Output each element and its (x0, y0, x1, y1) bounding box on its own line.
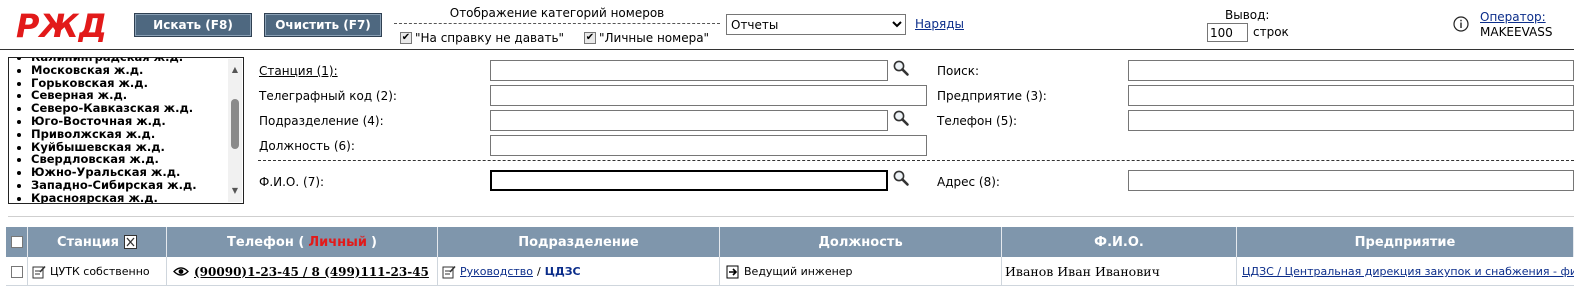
row-division-code[interactable]: ЦДЗС (545, 265, 581, 278)
station-column-header[interactable]: Станция (28, 227, 167, 257)
row-station-text: ЦУТК собственно (50, 265, 150, 278)
row-station-cell: ЦУТК собственно (28, 257, 167, 286)
operator-link[interactable]: Оператор: (1480, 10, 1546, 24)
reports-select[interactable]: Отчеты (726, 14, 906, 35)
phone-header-prefix: Телефон ( (227, 234, 305, 250)
railway-list[interactable]: Калининградская ж.д.Московская ж.д.Горьк… (8, 57, 244, 204)
station-search-icon[interactable] (892, 59, 910, 77)
row-enterprise-link[interactable]: ЦДЗС / Центральная дирекция закупок и сн… (1242, 265, 1574, 278)
phone-header-suffix: ) (371, 234, 377, 250)
operator-name: MAKEEVASS (1480, 25, 1553, 39)
address-label: Адрес (8): (937, 175, 1000, 189)
rows-unit-label: строк (1253, 25, 1289, 39)
row-position-text: Ведущий инженер (744, 265, 853, 278)
enterprise-input[interactable] (1128, 85, 1574, 106)
svg-text:РЖД: РЖД (16, 7, 106, 44)
no-reference-option[interactable]: ✔ "На справку не давать" (400, 31, 564, 45)
personal-numbers-option[interactable]: ✔ "Личные номера" (584, 31, 709, 45)
search-input[interactable] (1128, 60, 1574, 81)
railway-item[interactable]: Красноярская ж.д. (31, 191, 197, 203)
phone-label: Телефон (5): (937, 114, 1018, 128)
rzd-logo: РЖД (16, 7, 106, 44)
position-column-header[interactable]: Должность (720, 227, 1002, 257)
row-phone-number[interactable]: (90090)1-23-45 / 8 (499)111-23-45 (194, 265, 429, 279)
telegraph-input[interactable] (490, 85, 927, 106)
railway-items: Калининградская ж.д.Московская ж.д.Горьк… (9, 58, 197, 203)
railway-item[interactable]: Приволжская ж.д. (31, 127, 197, 141)
search-button[interactable]: Искать (F8) (134, 13, 252, 37)
scroll-thumb[interactable] (231, 99, 239, 149)
railway-item[interactable]: Западно-Сибирская ж.д. (31, 179, 197, 192)
number-categories: Отображение категорий номеров ✔ "На спра… (394, 4, 720, 45)
scroll-up-icon[interactable]: ▲ (228, 65, 242, 75)
division-edit-icon[interactable] (442, 265, 456, 279)
station-header-label: Станция (57, 234, 119, 250)
form-dashed-divider (258, 160, 1574, 161)
view-eye-icon[interactable] (173, 266, 189, 277)
row-checkbox[interactable] (10, 265, 23, 278)
position-header-label: Должность (818, 234, 903, 250)
station-input[interactable] (490, 60, 888, 81)
clear-button[interactable]: Очистить (F7) (264, 13, 382, 37)
fio-input[interactable] (490, 170, 888, 191)
row-fio-cell: Иванов Иван Иванович (1002, 257, 1237, 286)
fio-header-label: Ф.И.О. (1094, 234, 1144, 250)
orders-link[interactable]: Наряды (915, 17, 964, 31)
edit-icon[interactable] (32, 265, 46, 279)
address-input[interactable] (1128, 170, 1574, 191)
row-division-separator: / (537, 265, 541, 278)
position-input[interactable] (490, 135, 927, 156)
enterprise-header-label: Предприятие (1354, 234, 1456, 250)
categories-divider (394, 23, 720, 24)
no-reference-checkbox[interactable]: ✔ (400, 32, 412, 44)
fio-search-icon[interactable] (892, 169, 910, 187)
phone-header-personal: Личный (308, 234, 368, 250)
no-reference-label: "На справку не давать" (415, 31, 565, 45)
telegraph-label: Телеграфный код (2): (259, 89, 397, 103)
position-label: Должность (6): (259, 139, 355, 153)
railway-item[interactable]: Юго-Восточная ж.д. (31, 115, 197, 128)
division-label: Подразделение (4): (259, 114, 384, 128)
personal-numbers-label: "Личные номера" (599, 31, 710, 45)
header-divider (0, 49, 1574, 50)
station-label[interactable]: Станция (1): (259, 64, 338, 78)
row-division-link[interactable]: Руководство (460, 265, 533, 278)
fio-label: Ф.И.О. (7): (259, 175, 325, 189)
division-input[interactable] (490, 110, 888, 131)
row-division-cell: Руководство / ЦДЗС (438, 257, 720, 286)
export-excel-icon[interactable] (123, 235, 137, 249)
row-enterprise-cell: ЦДЗС / Центральная дирекция закупок и сн… (1237, 257, 1574, 286)
info-icon[interactable] (1453, 16, 1469, 32)
position-goto-icon[interactable] (726, 265, 740, 279)
division-header-label: Подразделение (518, 234, 639, 250)
rows-count-input[interactable] (1207, 23, 1248, 42)
railway-item[interactable]: Московская ж.д. (31, 63, 197, 77)
row-phone-cell: (90090)1-23-45 / 8 (499)111-23-45 (167, 257, 438, 286)
row-position-cell: Ведущий инженер (720, 257, 1002, 286)
scroll-down-icon[interactable]: ▼ (228, 186, 242, 196)
railway-list-scrollbar[interactable]: ▲ ▼ (228, 59, 242, 202)
categories-title: Отображение категорий номеров (449, 6, 665, 20)
fio-column-header[interactable]: Ф.И.О. (1002, 227, 1237, 257)
select-all-header (6, 227, 28, 257)
select-all-checkbox[interactable] (10, 236, 23, 248)
division-column-header[interactable]: Подразделение (438, 227, 720, 257)
phone-column-header[interactable]: Телефон ( Личный ) (167, 227, 438, 257)
personal-numbers-checkbox[interactable]: ✔ (584, 32, 596, 44)
row-select-cell (6, 257, 28, 286)
grid-divider (8, 216, 1574, 217)
search-label: Поиск: (937, 64, 980, 78)
enterprise-column-header[interactable]: Предприятие (1237, 227, 1574, 257)
division-search-icon[interactable] (892, 109, 910, 127)
enterprise-label: Предприятие (3): (937, 89, 1047, 103)
output-label: Вывод: (1225, 8, 1270, 22)
row-fio-text: Иванов Иван Иванович (1005, 264, 1160, 279)
phone-input[interactable] (1128, 110, 1574, 131)
